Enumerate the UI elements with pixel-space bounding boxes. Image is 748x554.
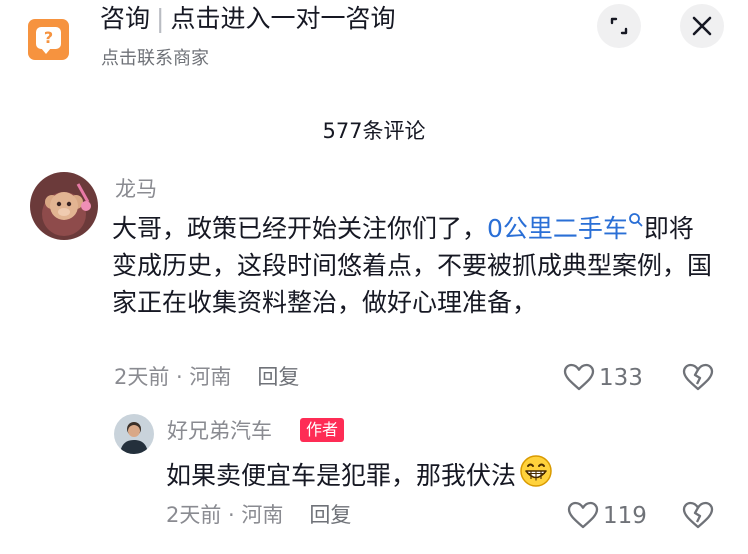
broken-heart-icon [682,501,714,529]
dislike-button[interactable] [682,362,714,396]
search-keyword-link[interactable]: 0公里二手车 [487,213,644,243]
minimize-expand-button[interactable] [597,4,641,48]
comment-meta: 2天前 · 河南 回复 [114,364,299,390]
user-avatar[interactable] [114,414,154,454]
comment-text: 如果卖便宜车是犯罪，那我伏法 [166,454,686,494]
grin-emoji-icon [520,455,552,487]
consult-banner[interactable]: ? 咨询 | 点击进入一对一咨询 点击联系商家 [0,0,748,86]
close-button[interactable] [680,4,724,48]
like-button[interactable]: 119 [567,501,647,530]
banner-title-sub: 点击进入一对一咨询 [170,4,396,33]
dislike-button[interactable] [682,500,714,534]
consult-chat-icon: ? [28,19,69,60]
user-avatar[interactable] [30,172,98,240]
comment-text-body: 如果卖便宜车是犯罪，那我伏法 [166,461,517,490]
search-icon [629,213,643,227]
comment-username[interactable]: 好兄弟汽车 [167,418,272,444]
reply-button[interactable]: 回复 [257,365,299,389]
comments-count-header: 577条评论 [322,119,426,143]
banner-separator: | [156,4,165,33]
heart-icon [563,363,595,391]
comment-username[interactable]: 龙马 [115,176,157,202]
like-count: 133 [599,365,643,391]
comment-time-location: 2天前 · 河南 [166,503,284,527]
banner-subtitle: 点击联系商家 [101,48,209,69]
like-button[interactable]: 133 [563,363,643,392]
comment-text: 大哥，政策已经开始关注你们了，0公里二手车 即将变成历史，这段时间悠着点，不要被抓… [112,210,712,321]
heart-icon [567,501,599,529]
banner-title[interactable]: 咨询 | 点击进入一对一咨询 [100,4,395,34]
comment-text-before: 大哥，政策已经开始关注你们了， [112,214,488,243]
comment-meta: 2天前 · 河南 回复 [166,502,351,528]
minimize-expand-icon [610,17,628,35]
broken-heart-icon [682,363,714,391]
comment-time-location: 2天前 · 河南 [114,365,232,389]
author-badge: 作者 [300,418,345,442]
reply-button[interactable]: 回复 [309,503,351,527]
search-keyword-text: 0公里二手车 [487,214,628,243]
person-avatar-icon [114,414,154,454]
banner-title-main: 咨询 [100,4,151,33]
like-count: 119 [603,503,647,529]
monkey-avatar-icon [30,172,98,240]
close-icon [692,16,712,36]
